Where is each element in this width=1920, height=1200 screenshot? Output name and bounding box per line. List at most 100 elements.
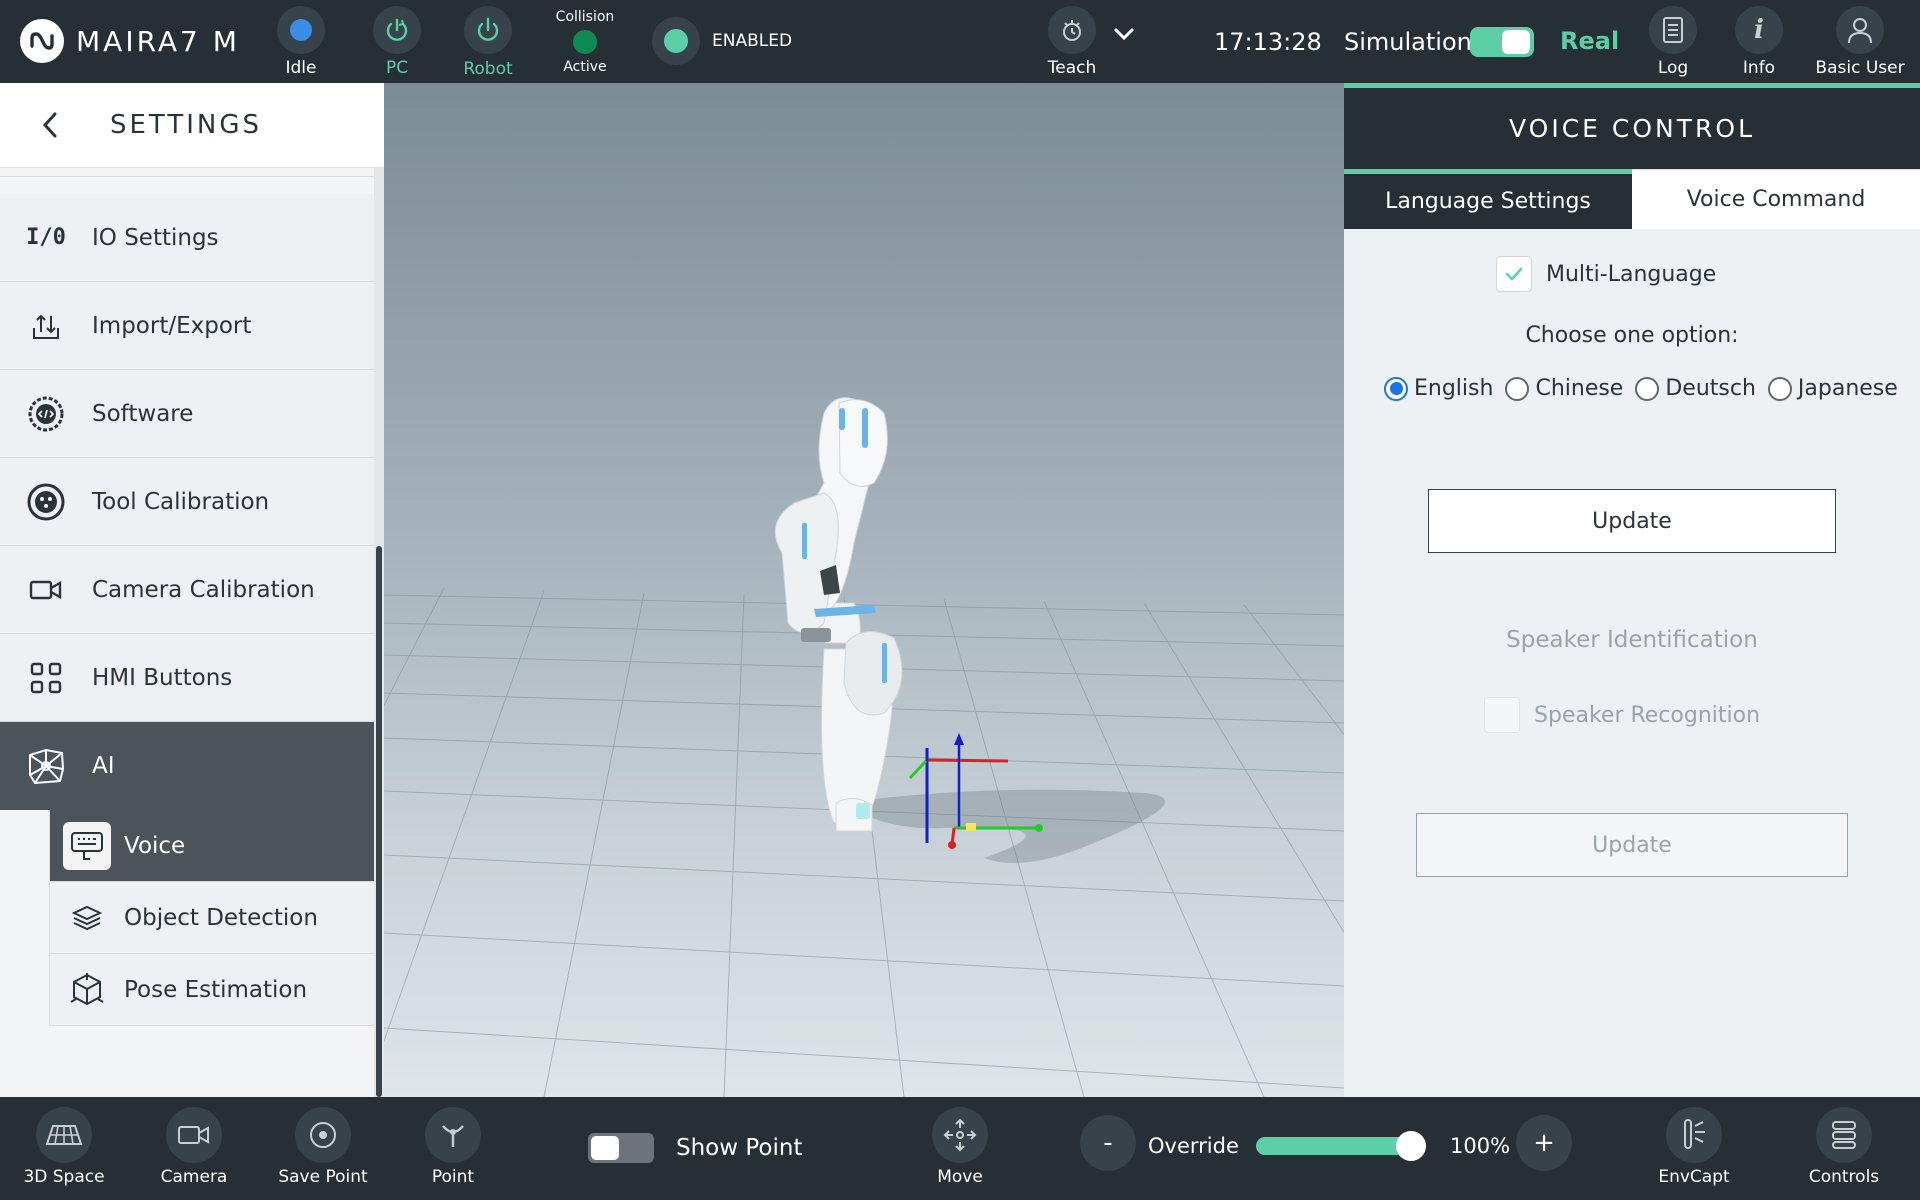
multi-language-checkbox[interactable] — [1496, 256, 1532, 292]
radio-deutsch[interactable]: Deutsch — [1635, 376, 1756, 401]
collision-status-label: Active — [563, 59, 607, 75]
log-icon — [1663, 17, 1683, 43]
update-speaker-button[interactable]: Update — [1416, 813, 1848, 877]
sidebar-item-ai[interactable]: AI — [0, 722, 374, 810]
multi-language-option[interactable]: Multi-Language — [1496, 256, 1716, 292]
teach-mode-button[interactable]: Teach — [1048, 0, 1096, 83]
sidebar-item-label: IO Settings — [92, 224, 219, 251]
sidebar-item-software[interactable]: Software — [0, 370, 374, 458]
sidebar-item-import-export[interactable]: Import/Export — [0, 282, 374, 370]
import-export-icon — [0, 310, 92, 342]
override-decrease-button[interactable]: - — [1080, 1115, 1136, 1171]
log-button[interactable]: Log — [1649, 0, 1697, 83]
sidebar-subitem-pose-estimation[interactable]: Pose Estimation — [49, 954, 374, 1026]
radio-button[interactable] — [1767, 376, 1792, 401]
back-button[interactable] — [0, 83, 100, 168]
simulation-label: Simulation — [1344, 28, 1472, 56]
move-button[interactable]: Move — [932, 1107, 988, 1187]
tab-language-settings[interactable]: Language Settings — [1344, 169, 1632, 229]
settings-title: SETTINGS — [110, 110, 263, 140]
info-button[interactable]: i Info — [1735, 0, 1783, 83]
radio-button[interactable] — [1635, 376, 1660, 401]
3d-space-button[interactable]: 3D Space — [23, 1107, 105, 1187]
radio-label: Deutsch — [1665, 376, 1756, 401]
speaker-recognition-option[interactable]: Speaker Recognition — [1484, 697, 1760, 733]
grid-icon — [0, 662, 92, 694]
speaker-identification-title: Speaker Identification — [1506, 627, 1758, 653]
layers-icon — [50, 905, 124, 931]
ai-icon — [0, 745, 92, 787]
idle-status[interactable]: Idle — [277, 0, 325, 83]
sidebar-subitem-label: Object Detection — [124, 904, 318, 931]
sidebar-item-label: AI — [92, 753, 115, 779]
enabled-dot-icon — [664, 29, 688, 53]
override-slider[interactable] — [1256, 1131, 1426, 1161]
scrollbar-thumb[interactable] — [376, 546, 382, 1097]
top-bar: MAIRA7 M Idle PC Robot Collision Active … — [0, 0, 1920, 83]
sidebar-item-label: Camera Calibration — [92, 576, 315, 603]
user-button[interactable]: Basic User — [1815, 0, 1905, 83]
bottom-toolbar: 3D Space Camera Save Point Point Show Po… — [0, 1097, 1920, 1200]
voice-icon — [50, 821, 124, 870]
panel-title: VOICE CONTROL — [1344, 83, 1920, 169]
controls-label: Controls — [1808, 1167, 1880, 1187]
show-point-label: Show Point — [676, 1135, 803, 1161]
settings-list: I/0 IO Settings Import/Export Software T… — [0, 176, 374, 1026]
radio-japanese[interactable]: Japanese — [1767, 376, 1898, 401]
camera-button[interactable]: Camera — [161, 1107, 227, 1187]
language-radio-group: English Chinese Deutsch Japanese — [1384, 376, 1910, 401]
sidebar-item-label: HMI Buttons — [92, 664, 233, 691]
sidebar-item-label: Tool Calibration — [92, 488, 270, 515]
sidebar-item-label: Software — [92, 400, 194, 427]
show-point-toggle-group[interactable]: Show Point — [588, 1133, 802, 1163]
sidebar-item-hmi-buttons[interactable]: HMI Buttons — [0, 634, 374, 722]
software-icon — [0, 395, 92, 433]
sidebar-item-tool-calibration[interactable]: Tool Calibration — [0, 458, 374, 546]
3d-viewport[interactable] — [384, 83, 1344, 1097]
sidebar-item-io-settings[interactable]: I/0 IO Settings — [0, 194, 374, 282]
pc-label: PC — [385, 58, 409, 78]
real-label: Real — [1560, 27, 1620, 55]
camera-icon — [0, 578, 92, 602]
radio-english[interactable]: English — [1384, 376, 1493, 401]
teach-label: Teach — [1047, 58, 1097, 78]
robot-shadow — [844, 789, 1166, 863]
clock: 17:13:28 — [1214, 28, 1322, 56]
override-value: 100% — [1450, 1134, 1511, 1158]
simulation-real-toggle[interactable] — [1470, 27, 1534, 57]
point-button[interactable]: Point — [425, 1107, 481, 1187]
io-icon: I/0 — [26, 225, 66, 250]
sidebar-subitem-voice[interactable]: Voice — [49, 810, 374, 882]
collision-status[interactable]: Collision Active — [554, 0, 616, 83]
sidebar-subitem-label: Voice — [124, 832, 186, 859]
robot-power-button[interactable]: Robot — [463, 0, 513, 83]
speaker-recognition-label: Speaker Recognition — [1534, 702, 1761, 728]
override-slider-knob[interactable] — [1396, 1131, 1426, 1161]
tab-voice-command[interactable]: Voice Command — [1632, 169, 1920, 229]
sidebar-subitem-object-detection[interactable]: Object Detection — [49, 882, 374, 954]
sidebar-item-camera-calibration[interactable]: Camera Calibration — [0, 546, 374, 634]
power-icon — [477, 17, 499, 41]
save-point-button[interactable]: Save Point — [278, 1107, 368, 1187]
camera-label: Camera — [160, 1167, 228, 1187]
enabled-status[interactable]: ENABLED — [652, 17, 792, 65]
controls-button[interactable]: Controls — [1809, 1107, 1879, 1187]
show-point-toggle[interactable] — [588, 1133, 654, 1163]
update-language-button[interactable]: Update — [1428, 489, 1836, 553]
speaker-recognition-checkbox[interactable] — [1484, 697, 1520, 733]
target-icon — [310, 1122, 336, 1148]
sidebar-scrollbar[interactable] — [374, 168, 384, 1097]
radio-chinese[interactable]: Chinese — [1505, 376, 1623, 401]
envcapt-button[interactable]: EnvCapt — [1658, 1107, 1730, 1187]
point-label: Point — [431, 1167, 475, 1187]
chevron-down-icon[interactable] — [1112, 26, 1136, 42]
radio-label: English — [1414, 376, 1494, 401]
voice-control-panel: VOICE CONTROL Language Settings Voice Co… — [1344, 83, 1920, 1097]
robot-scene — [384, 397, 1344, 1097]
radio-button[interactable] — [1384, 376, 1408, 401]
radio-button[interactable] — [1505, 376, 1530, 401]
3d-space-label: 3D Space — [23, 1167, 105, 1187]
pc-power-button[interactable]: PC — [373, 0, 421, 83]
override-increase-button[interactable]: + — [1516, 1115, 1572, 1171]
choose-option-label: Choose one option: — [1525, 323, 1739, 348]
